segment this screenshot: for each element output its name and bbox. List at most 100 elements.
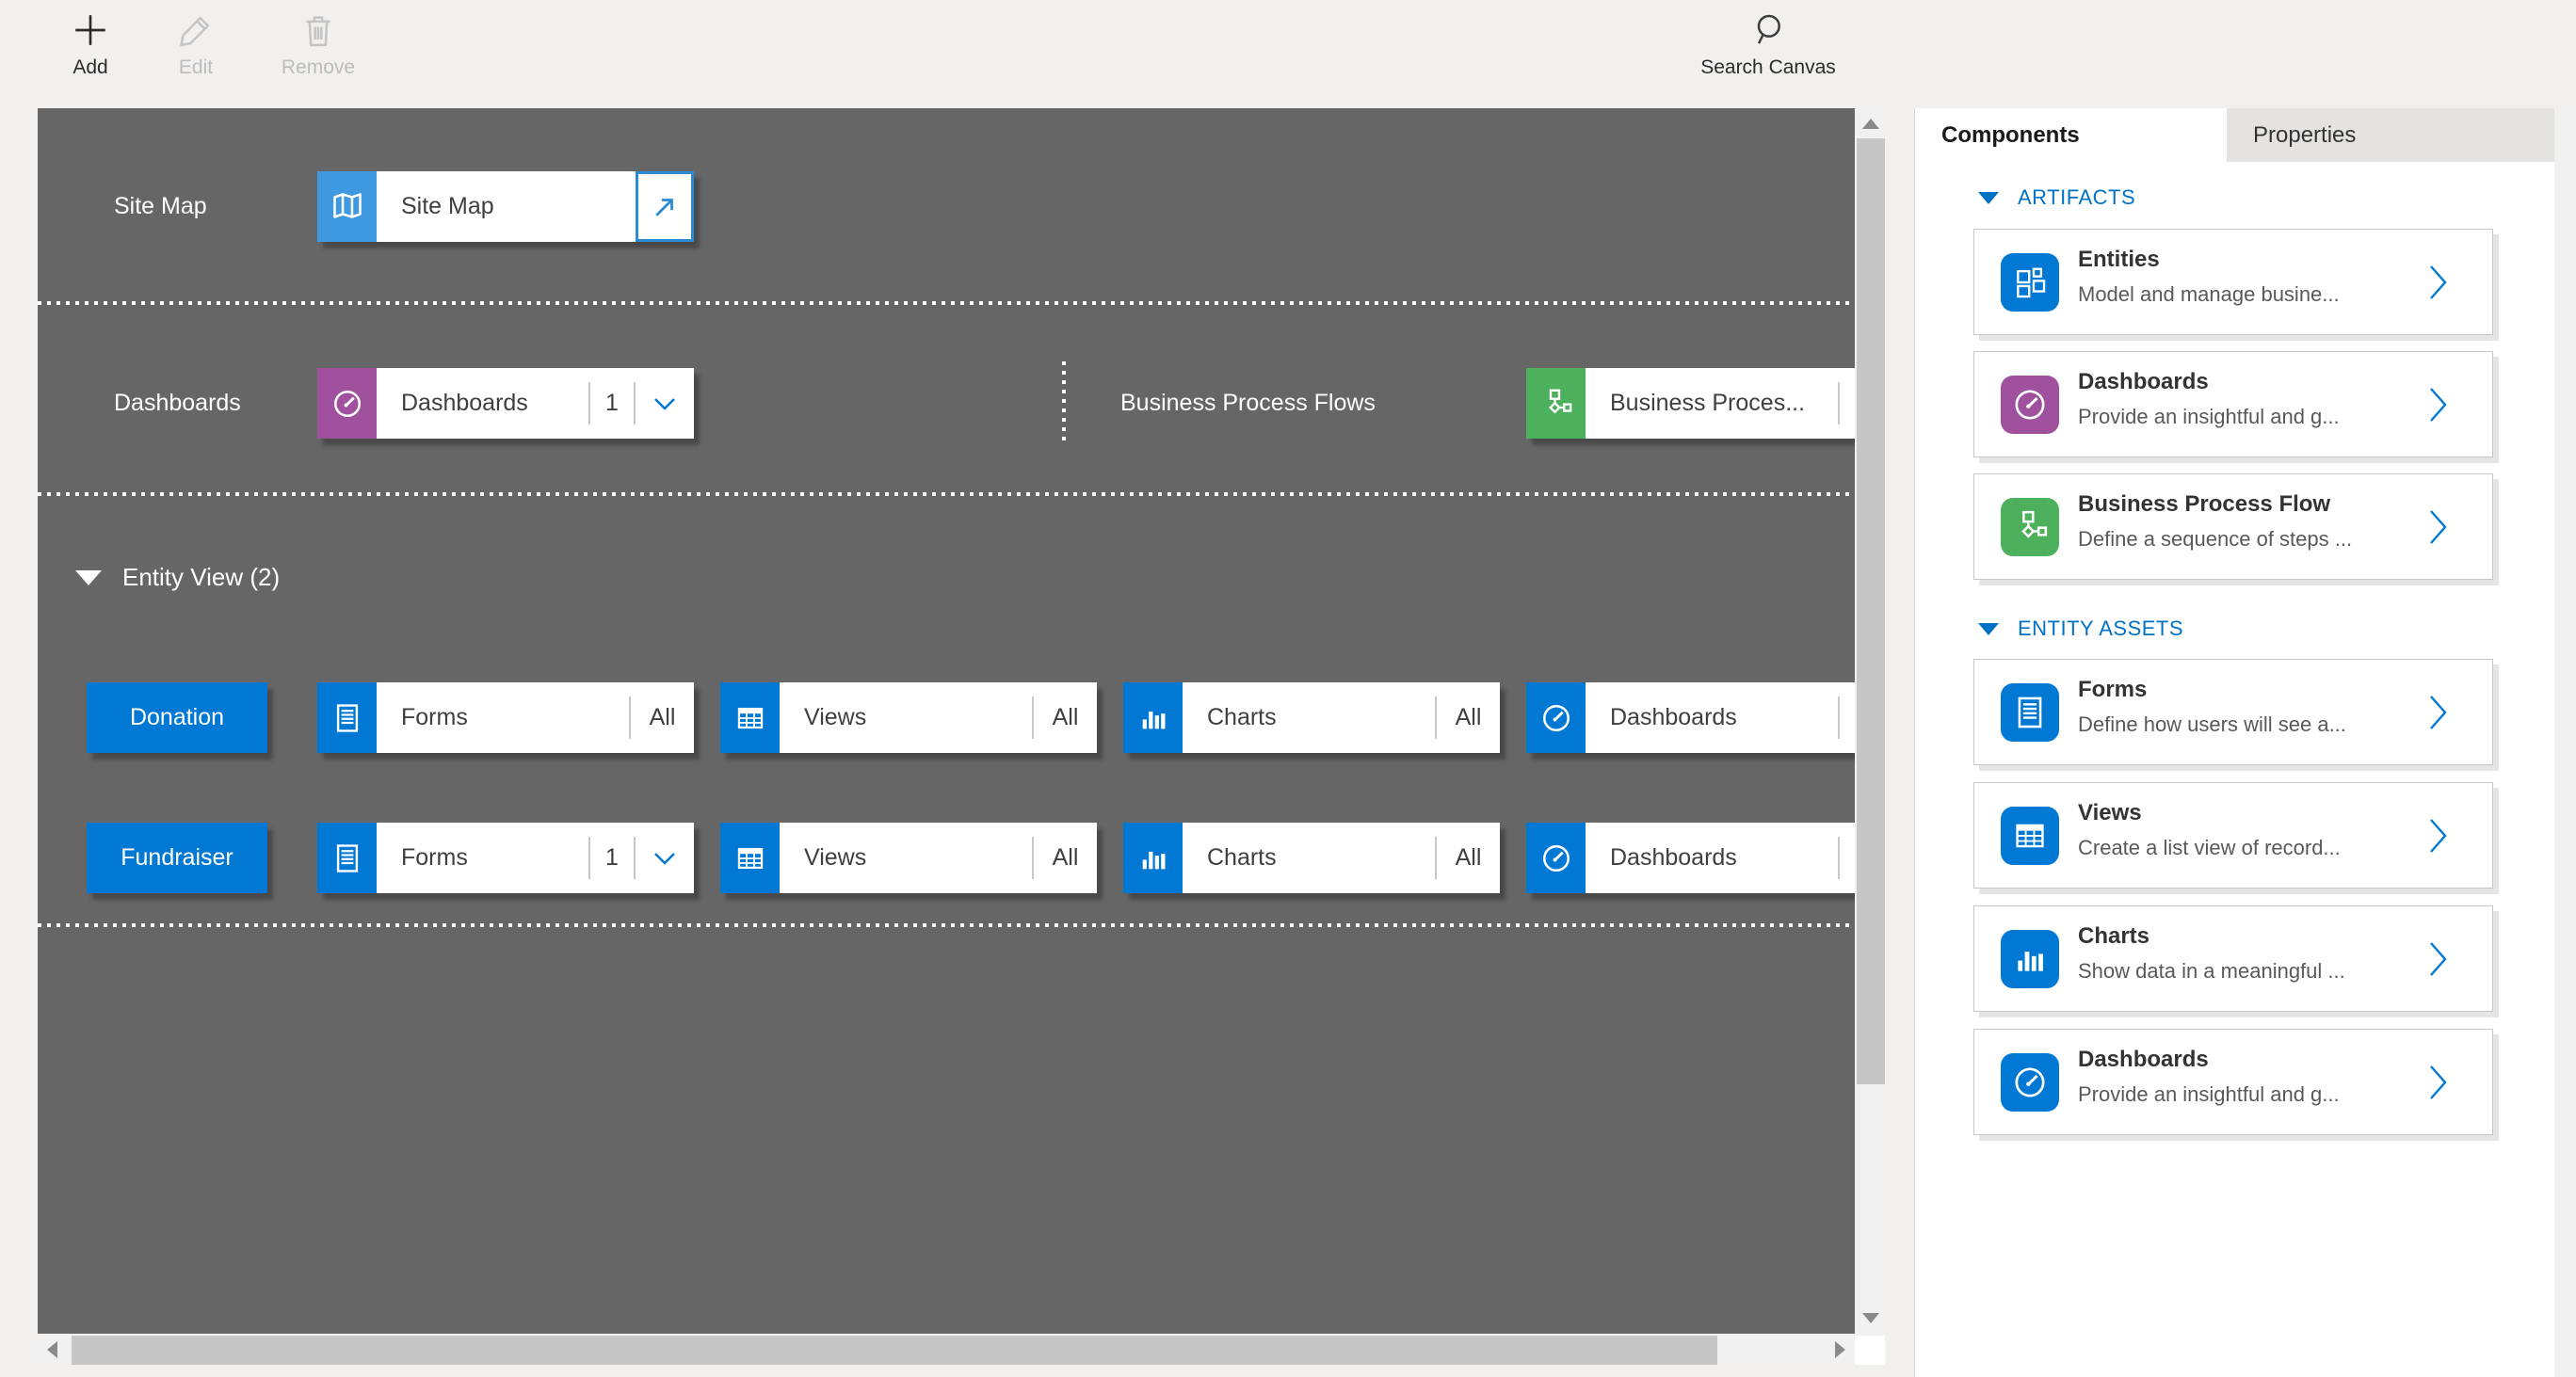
card-title: Entities xyxy=(2078,247,2160,273)
fundraiser-views-tile[interactable]: Views All xyxy=(720,823,1097,893)
card-title: Dashboards xyxy=(2078,1047,2209,1073)
tab-properties[interactable]: Properties xyxy=(2227,108,2554,162)
card-desc: Define how users will see a... xyxy=(2078,713,2346,737)
card-dashboards-asset[interactable]: Dashboards Provide an insightful and g..… xyxy=(1973,1029,2493,1135)
trash-icon xyxy=(248,11,389,53)
dashboards-tile-title: Dashboards xyxy=(377,368,588,439)
entity-assets-section-header[interactable]: ENTITY ASSETS xyxy=(1978,616,2183,641)
card-views[interactable]: Views Create a list view of record... xyxy=(1973,782,2493,889)
chevron-down-icon[interactable] xyxy=(636,823,694,893)
tile-value: All xyxy=(1437,682,1500,753)
horizontal-scrollbar[interactable] xyxy=(38,1336,1855,1365)
card-forms[interactable]: Forms Define how users will see a... xyxy=(1973,659,2493,765)
tile-title: Forms xyxy=(377,682,629,753)
entity-view-title: Entity View (2) xyxy=(122,563,280,592)
artifacts-section-header[interactable]: ARTIFACTS xyxy=(1978,185,2135,210)
card-title: Views xyxy=(2078,800,2142,826)
remove-button[interactable]: Remove xyxy=(248,11,389,79)
search-canvas-button[interactable]: Search Canvas xyxy=(1698,11,1839,79)
gauge-icon xyxy=(2001,376,2059,434)
fundraiser-forms-tile[interactable]: Forms 1 xyxy=(317,823,694,893)
chevron-right-icon[interactable] xyxy=(2428,386,2449,428)
edit-button[interactable]: Edit xyxy=(125,11,266,79)
fundraiser-charts-tile[interactable]: Charts All xyxy=(1123,823,1500,893)
gauge-icon xyxy=(1526,682,1586,753)
card-desc: Provide an insightful and g... xyxy=(2078,405,2340,429)
tile-title: Views xyxy=(780,823,1032,893)
entity-assets-header-label: ENTITY ASSETS xyxy=(2018,616,2183,641)
gauge-icon xyxy=(2001,1053,2059,1112)
card-entities[interactable]: Entities Model and manage busine... xyxy=(1973,229,2493,335)
chevron-down-icon[interactable] xyxy=(636,368,694,439)
scroll-down-arrow[interactable] xyxy=(1862,1313,1879,1323)
vertical-scrollbar-thumb[interactable] xyxy=(1857,138,1885,1084)
scroll-right-arrow[interactable] xyxy=(1835,1341,1845,1358)
horizontal-scrollbar-thumb[interactable] xyxy=(72,1336,1717,1365)
separator-dotted xyxy=(38,923,1855,927)
flow-icon xyxy=(1526,368,1586,439)
table-icon xyxy=(2001,807,2059,865)
bpf-tile[interactable]: Business Proces... All xyxy=(1526,368,1855,439)
bar-chart-icon xyxy=(1123,823,1183,893)
tile-value: All xyxy=(1034,682,1097,753)
form-icon xyxy=(2001,683,2059,742)
artifacts-header-label: ARTIFACTS xyxy=(2018,185,2135,210)
card-title: Dashboards xyxy=(2078,369,2209,395)
donation-forms-tile[interactable]: Forms All xyxy=(317,682,694,753)
dashboards-tile[interactable]: Dashboards 1 xyxy=(317,368,694,439)
fundraiser-dashboards-tile[interactable]: Dashboards All xyxy=(1526,823,1855,893)
tile-title: Dashboards xyxy=(1586,682,1838,753)
card-business-process-flow[interactable]: Business Process Flow Define a sequence … xyxy=(1973,473,2493,580)
bar-chart-icon xyxy=(1123,682,1183,753)
scroll-left-arrow[interactable] xyxy=(47,1341,57,1358)
donation-dashboards-tile[interactable]: Dashboards All xyxy=(1526,682,1855,753)
chevron-right-icon[interactable] xyxy=(2428,694,2449,736)
components-panel: Components Properties ARTIFACTS Entities… xyxy=(1914,108,2576,1377)
vertical-scrollbar[interactable] xyxy=(1857,108,1885,1334)
entity-button-fundraiser[interactable]: Fundraiser xyxy=(87,823,267,893)
tile-title: Dashboards xyxy=(1586,823,1838,893)
tile-value: All xyxy=(1840,823,1855,893)
chevron-right-icon[interactable] xyxy=(2428,1064,2449,1106)
donation-views-tile[interactable]: Views All xyxy=(720,682,1097,753)
card-charts[interactable]: Charts Show data in a meaningful ... xyxy=(1973,905,2493,1012)
open-designer-button[interactable] xyxy=(636,171,694,242)
pencil-icon xyxy=(125,11,266,53)
app-designer: Add Edit Remove Search Canvas Site Map xyxy=(0,0,2576,1377)
tab-components[interactable]: Components xyxy=(1915,108,2227,162)
bar-chart-icon xyxy=(2001,930,2059,988)
card-desc: Define a sequence of steps ... xyxy=(2078,527,2352,552)
entity-view-header[interactable]: Entity View (2) xyxy=(75,563,280,592)
search-icon xyxy=(1698,11,1839,53)
triangle-down-icon xyxy=(1978,623,1999,635)
entity-button-donation[interactable]: Donation xyxy=(87,682,267,753)
form-icon xyxy=(317,823,377,893)
card-title: Business Process Flow xyxy=(2078,491,2330,518)
card-desc: Provide an insightful and g... xyxy=(2078,1082,2340,1107)
triangle-down-icon xyxy=(75,570,102,585)
tile-title: Charts xyxy=(1183,682,1435,753)
scroll-up-arrow[interactable] xyxy=(1862,119,1879,129)
edit-label: Edit xyxy=(125,56,266,79)
bpf-tile-title: Business Proces... xyxy=(1586,368,1838,439)
tile-title: Forms xyxy=(377,823,588,893)
card-dashboards-artifact[interactable]: Dashboards Provide an insightful and g..… xyxy=(1973,351,2493,457)
tile-value: 1 xyxy=(590,823,634,893)
card-desc: Create a list view of record... xyxy=(2078,836,2341,860)
tile-title: Views xyxy=(780,682,1032,753)
chevron-right-icon[interactable] xyxy=(2428,817,2449,859)
chevron-right-icon[interactable] xyxy=(2428,264,2449,306)
sitemap-tile-title: Site Map xyxy=(377,171,636,242)
entities-icon xyxy=(2001,253,2059,312)
chevron-right-icon[interactable] xyxy=(2428,508,2449,551)
designer-canvas: Site Map Site Map Dashboards Dashboards … xyxy=(38,108,1855,1334)
form-icon xyxy=(317,682,377,753)
donation-charts-tile[interactable]: Charts All xyxy=(1123,682,1500,753)
remove-label: Remove xyxy=(248,56,389,79)
chevron-right-icon[interactable] xyxy=(2428,940,2449,983)
tile-value: All xyxy=(1437,823,1500,893)
sitemap-tile[interactable]: Site Map xyxy=(317,171,694,242)
tile-value: All xyxy=(1840,682,1855,753)
triangle-down-icon xyxy=(1978,192,1999,204)
card-title: Charts xyxy=(2078,923,2149,950)
